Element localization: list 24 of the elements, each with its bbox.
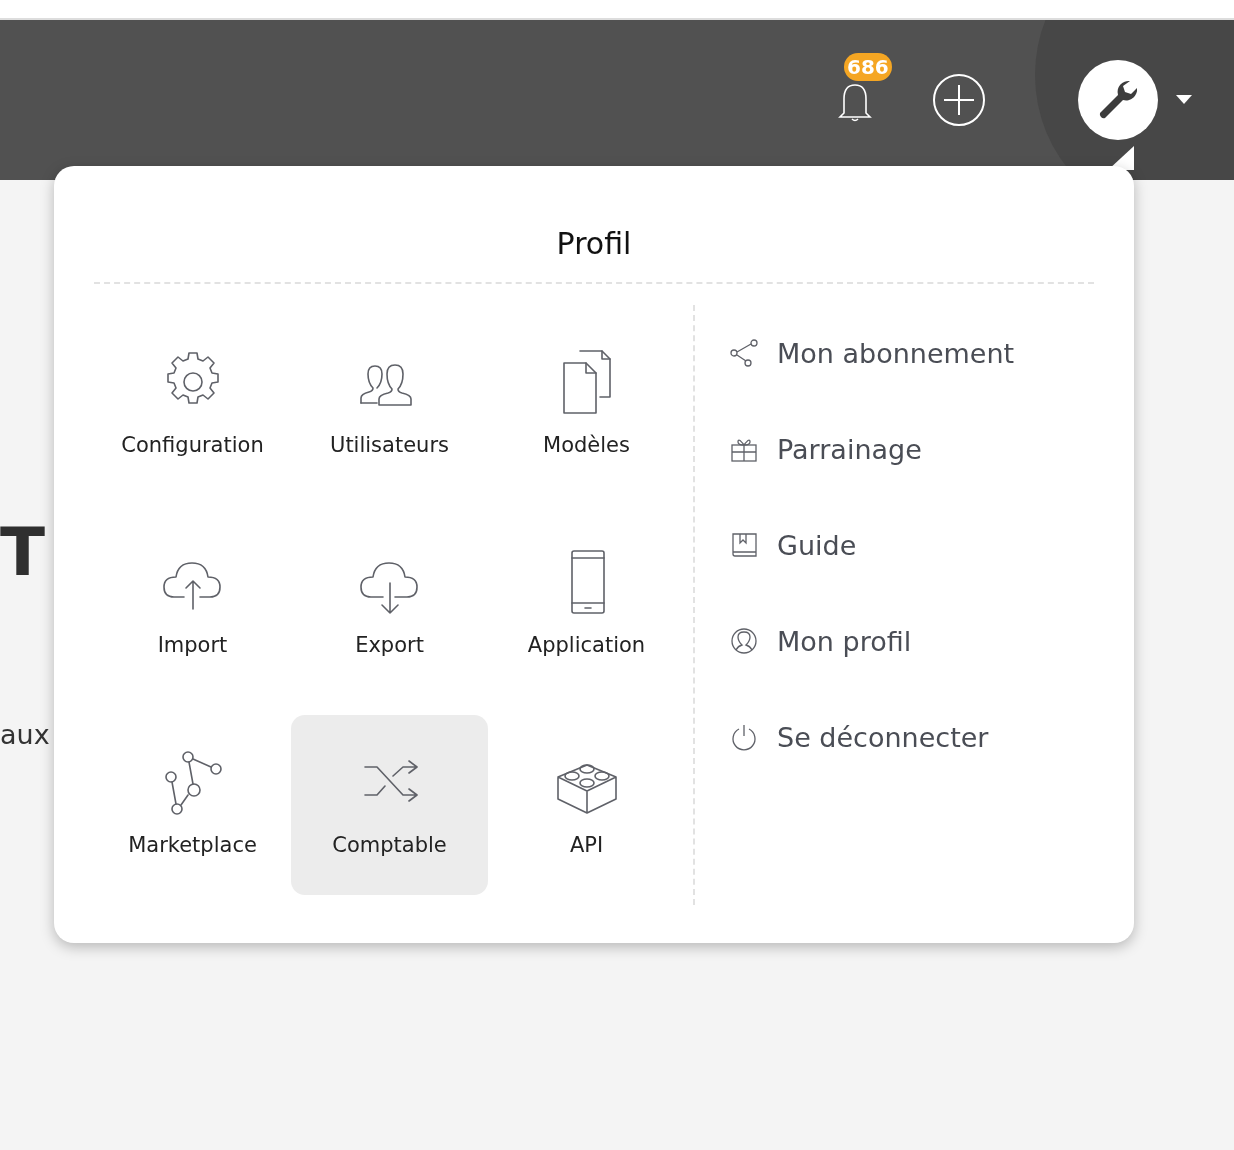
menu-tile[interactable]: Import <box>94 515 291 695</box>
power-icon <box>729 722 759 752</box>
menu-link[interactable]: Se déconnecter <box>729 689 1059 785</box>
menu-tile[interactable]: Utilisateurs <box>291 315 488 495</box>
menu-tile[interactable]: API <box>488 715 685 895</box>
page-heading: T <box>0 513 46 593</box>
caret-icon[interactable] <box>1176 95 1192 105</box>
notification-badge: 686 <box>844 53 892 81</box>
page-text: aux <box>0 718 50 750</box>
menu-tile[interactable]: Application <box>488 515 685 695</box>
menu-link[interactable]: Guide <box>729 497 1059 593</box>
menu-tile[interactable]: Modèles <box>488 315 685 495</box>
menu-title: Profil <box>555 225 633 263</box>
plus-icon[interactable] <box>932 73 986 127</box>
user-icon <box>729 626 759 656</box>
menu-tile[interactable]: Marketplace <box>94 715 291 895</box>
menu-link[interactable]: Mon profil <box>729 593 1059 689</box>
menu-link[interactable]: Mon abonnement <box>729 305 1059 401</box>
menu-tile[interactable]: Export <box>291 515 488 695</box>
book-icon <box>729 530 759 560</box>
menu-tile[interactable]: Configuration <box>94 315 291 495</box>
menu-tile[interactable]: Comptable <box>291 715 488 895</box>
menu-link[interactable]: Parrainage <box>729 401 1059 497</box>
share-icon <box>729 338 759 368</box>
